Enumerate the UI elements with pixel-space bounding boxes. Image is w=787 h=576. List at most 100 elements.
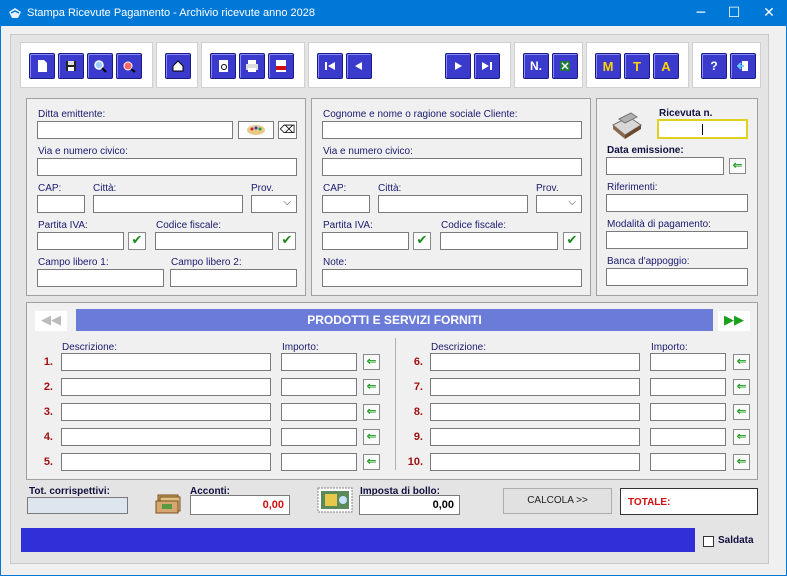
payment-input[interactable] xyxy=(606,231,748,249)
amount-input[interactable] xyxy=(650,353,726,371)
exit-button[interactable] xyxy=(730,53,756,79)
amount-input[interactable] xyxy=(281,453,357,471)
issuer-prov-select[interactable]: ⌵ xyxy=(251,195,297,213)
client-prov-select[interactable]: ⌵ xyxy=(536,195,582,213)
issuer-fiscal-input[interactable] xyxy=(155,232,273,250)
products-prev-page-button[interactable]: ◀◀ xyxy=(35,311,67,331)
left-arrow-icon: ⇐ xyxy=(736,379,747,393)
issuer-fiscal-check-button[interactable]: ✔ xyxy=(278,232,296,250)
amount-input[interactable] xyxy=(650,403,726,421)
copy-amount-button[interactable]: ⇐ xyxy=(733,429,750,445)
last-record-button[interactable] xyxy=(474,53,500,79)
numbering-button[interactable]: N. xyxy=(523,53,549,79)
client-fiscal-check-button[interactable]: ✔ xyxy=(563,232,581,250)
date-input[interactable] xyxy=(606,157,724,175)
amount-input[interactable] xyxy=(650,453,726,471)
amount-input[interactable] xyxy=(281,428,357,446)
t-button[interactable]: T xyxy=(624,53,650,79)
issuer-cap-label: CAP: xyxy=(38,183,62,194)
help-button[interactable]: ? xyxy=(701,53,727,79)
stamp-duty-input[interactable]: 0,00 xyxy=(359,495,460,515)
client-address-input[interactable] xyxy=(322,158,582,176)
checkmark-icon: ✔ xyxy=(566,233,578,248)
client-fiscal-input[interactable] xyxy=(440,232,558,250)
description-input[interactable] xyxy=(61,428,271,446)
issuer-vat-input[interactable] xyxy=(37,232,124,250)
client-cap-label: CAP: xyxy=(323,183,347,194)
description-input[interactable] xyxy=(430,428,640,446)
products-next-page-button[interactable]: ▶▶ xyxy=(718,311,750,331)
pdf-button[interactable] xyxy=(268,53,294,79)
description-input[interactable] xyxy=(430,453,640,471)
previous-record-button[interactable] xyxy=(346,53,372,79)
references-label: Riferimenti: xyxy=(607,182,658,193)
calculate-button[interactable]: CALCOLA >> xyxy=(503,488,612,514)
amount-input[interactable] xyxy=(281,378,357,396)
issuer-address-input[interactable] xyxy=(37,158,297,176)
amount-input[interactable] xyxy=(281,353,357,371)
date-label: Data emissione: xyxy=(607,145,684,156)
client-vat-check-button[interactable]: ✔ xyxy=(413,232,431,250)
copy-amount-button[interactable]: ⇐ xyxy=(363,354,380,370)
next-record-button[interactable] xyxy=(445,53,471,79)
amount-input[interactable] xyxy=(650,428,726,446)
maximize-button[interactable]: ☐ xyxy=(717,1,751,26)
description-input[interactable] xyxy=(61,403,271,421)
search-delete-button[interactable] xyxy=(116,53,142,79)
left-arrow-icon: ⇐ xyxy=(736,354,747,368)
description-input[interactable] xyxy=(430,353,640,371)
row-number: 4. xyxy=(43,431,53,443)
date-today-button[interactable]: ⇐ xyxy=(729,158,746,174)
description-input[interactable] xyxy=(61,378,271,396)
m-button[interactable]: M xyxy=(595,53,621,79)
print-preview-icon xyxy=(219,60,228,72)
references-input[interactable] xyxy=(606,194,748,212)
home-button[interactable] xyxy=(165,53,191,79)
amount-input[interactable] xyxy=(281,403,357,421)
copy-amount-button[interactable]: ⇐ xyxy=(733,379,750,395)
search-button[interactable] xyxy=(87,53,113,79)
eraser-button[interactable]: ⌫ xyxy=(278,121,297,139)
paid-checkbox[interactable] xyxy=(703,536,714,547)
description-input[interactable] xyxy=(61,453,271,471)
issuer-fiscal-label: Codice fiscale: xyxy=(156,220,222,231)
issuer-vat-check-button[interactable]: ✔ xyxy=(128,232,146,250)
next-record-icon xyxy=(455,62,462,70)
copy-amount-button[interactable]: ⇐ xyxy=(733,404,750,420)
copy-amount-button[interactable]: ⇐ xyxy=(733,454,750,470)
deposits-input[interactable]: 0,00 xyxy=(190,495,290,515)
client-vat-input[interactable] xyxy=(322,232,409,250)
minimize-button[interactable]: ─ xyxy=(684,1,718,26)
client-cap-input[interactable] xyxy=(322,195,370,213)
copy-amount-button[interactable]: ⇐ xyxy=(363,429,380,445)
excel-button[interactable] xyxy=(552,53,578,79)
free1-input[interactable] xyxy=(37,269,164,287)
copy-amount-button[interactable]: ⇐ xyxy=(363,404,380,420)
issuer-cap-input[interactable] xyxy=(37,195,85,213)
receipt-number-input[interactable] xyxy=(657,119,748,139)
copy-amount-button[interactable]: ⇐ xyxy=(363,379,380,395)
description-input[interactable] xyxy=(61,353,271,371)
issuer-city-input[interactable] xyxy=(93,195,243,213)
left-arrow-icon: ⇐ xyxy=(366,429,377,443)
print-button[interactable] xyxy=(239,53,265,79)
preview-button[interactable] xyxy=(210,53,236,79)
save-button[interactable] xyxy=(58,53,84,79)
client-city-input[interactable] xyxy=(378,195,528,213)
copy-amount-button[interactable]: ⇐ xyxy=(363,454,380,470)
free2-input[interactable] xyxy=(170,269,297,287)
client-notes-input[interactable] xyxy=(322,269,582,287)
bank-input[interactable] xyxy=(606,268,748,286)
a-button[interactable]: A xyxy=(653,53,679,79)
first-record-button[interactable] xyxy=(317,53,343,79)
amount-input[interactable] xyxy=(650,378,726,396)
close-button[interactable]: ✕ xyxy=(752,1,786,26)
copy-amount-button[interactable]: ⇐ xyxy=(733,354,750,370)
client-name-input[interactable] xyxy=(322,121,582,139)
description-input[interactable] xyxy=(430,378,640,396)
description-input[interactable] xyxy=(430,403,640,421)
new-button[interactable] xyxy=(29,53,55,79)
chevron-down-icon: ⌵ xyxy=(283,197,291,208)
palette-button[interactable] xyxy=(238,121,274,139)
company-input[interactable] xyxy=(37,121,233,139)
